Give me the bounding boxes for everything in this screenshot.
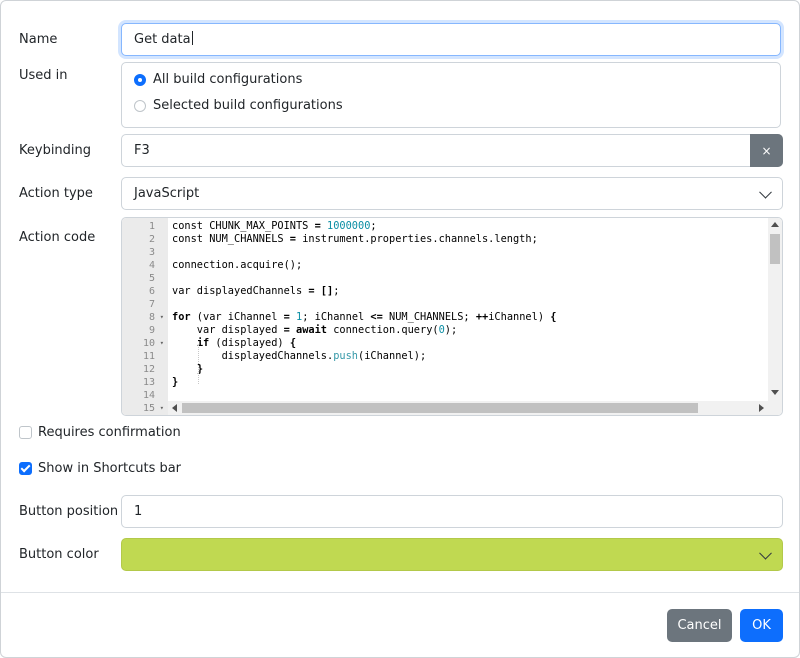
line-number: 9 <box>148 325 155 336</box>
used-in-label: Used in <box>19 68 68 83</box>
scroll-up-arrow-icon[interactable] <box>771 222 779 227</box>
scroll-left-arrow-icon[interactable] <box>172 404 177 412</box>
line-number: 14 <box>142 390 155 401</box>
name-input[interactable]: Get data <box>121 23 781 56</box>
button-color-select[interactable] <box>121 538 783 571</box>
radio-all-configurations-dot[interactable] <box>134 73 146 86</box>
fold-arrow-icon[interactable]: ▾ <box>160 337 164 350</box>
button-color-label: Button color <box>19 547 99 562</box>
edit-shortcut-dialog: Name Get data Used in All build configur… <box>0 0 800 658</box>
line-number: 5 <box>148 273 155 284</box>
name-label: Name <box>19 32 58 47</box>
keybinding-label: Keybinding <box>19 143 92 158</box>
vertical-scroll-thumb[interactable] <box>770 234 780 264</box>
code-line: for (var iChannel = 1; iChannel <= NUM_C… <box>172 311 557 323</box>
code-line: const NUM_CHANNELS = instrument.properti… <box>172 233 538 245</box>
ok-button[interactable]: OK <box>740 609 783 642</box>
line-number: 10 ▾ <box>142 337 164 350</box>
code-line: if (displayed) { <box>196 337 297 349</box>
code-line: const CHUNK_MAX_POINTS = 1000000; <box>172 220 377 232</box>
radio-selected-configurations-label: Selected build configurations <box>153 98 343 113</box>
code-line: var displayedChannels = []; <box>172 285 340 297</box>
keybinding-input[interactable]: F3 × <box>121 134 783 167</box>
horizontal-scroll-thumb[interactable] <box>182 403 698 413</box>
code-line: var displayed = await connection.query(0… <box>172 324 458 336</box>
name-value: Get data <box>134 32 191 47</box>
show-in-shortcuts-checkbox[interactable] <box>19 462 32 475</box>
line-number: 12 <box>142 364 155 375</box>
requires-confirmation-label: Requires confirmation <box>38 425 181 440</box>
used-in-group: All build configurations Selected build … <box>121 62 781 128</box>
code-line: connection.acquire(); <box>172 259 303 271</box>
indent-guide <box>198 345 199 384</box>
requires-confirmation-checkbox[interactable] <box>19 426 32 439</box>
line-number: 8 ▾ <box>148 311 164 324</box>
button-position-input[interactable]: 1 <box>121 495 783 528</box>
editor-gutter: 1 2 3 4 5 6 7 8 ▾ 9 10 ▾ 11 12 13 14 15 ▾ <box>122 218 168 415</box>
radio-all-configurations[interactable]: All build configurations <box>134 72 302 87</box>
button-position-value: 1 <box>134 504 143 519</box>
horizontal-scrollbar[interactable] <box>168 401 768 415</box>
action-type-label: Action type <box>19 186 93 201</box>
keybinding-value: F3 <box>134 143 150 158</box>
code-line: displayedChannels.push(iChannel); <box>172 350 427 362</box>
radio-selected-configurations[interactable]: Selected build configurations <box>134 98 343 113</box>
close-icon: × <box>761 143 772 158</box>
code-editor[interactable]: 1 2 3 4 5 6 7 8 ▾ 9 10 ▾ 11 12 13 14 15 ▾ const CHUNK_MAX… <box>121 217 783 416</box>
code-line: } <box>172 376 179 388</box>
line-number: 2 <box>148 234 155 245</box>
radio-all-configurations-label: All build configurations <box>153 72 303 87</box>
line-number: 6 <box>148 286 155 297</box>
scroll-down-arrow-icon[interactable] <box>771 390 779 395</box>
action-code-label: Action code <box>19 230 96 245</box>
cancel-button[interactable]: Cancel <box>667 609 732 642</box>
chevron-down-icon <box>759 546 772 560</box>
scroll-right-arrow-icon[interactable] <box>759 404 764 412</box>
line-number: 7 <box>148 299 155 310</box>
line-number: 11 <box>142 351 155 362</box>
text-caret <box>191 31 193 45</box>
radio-selected-configurations-dot[interactable] <box>134 99 146 112</box>
line-number: 1 <box>148 221 155 232</box>
line-number: 13 <box>142 377 155 388</box>
clear-keybinding-button[interactable]: × <box>750 134 783 167</box>
line-number: 15 ▾ <box>142 402 164 415</box>
fold-arrow-icon[interactable]: ▾ <box>160 402 164 415</box>
button-position-label: Button position <box>19 504 119 519</box>
show-in-shortcuts-label: Show in Shortcuts bar <box>38 461 182 476</box>
vertical-scrollbar[interactable] <box>768 218 782 415</box>
action-type-select[interactable]: JavaScript <box>121 177 783 210</box>
line-number: 4 <box>148 260 155 271</box>
action-type-value: JavaScript <box>134 186 200 201</box>
footer-divider <box>1 592 799 593</box>
fold-arrow-icon[interactable]: ▾ <box>160 311 164 324</box>
line-number: 3 <box>148 247 155 258</box>
